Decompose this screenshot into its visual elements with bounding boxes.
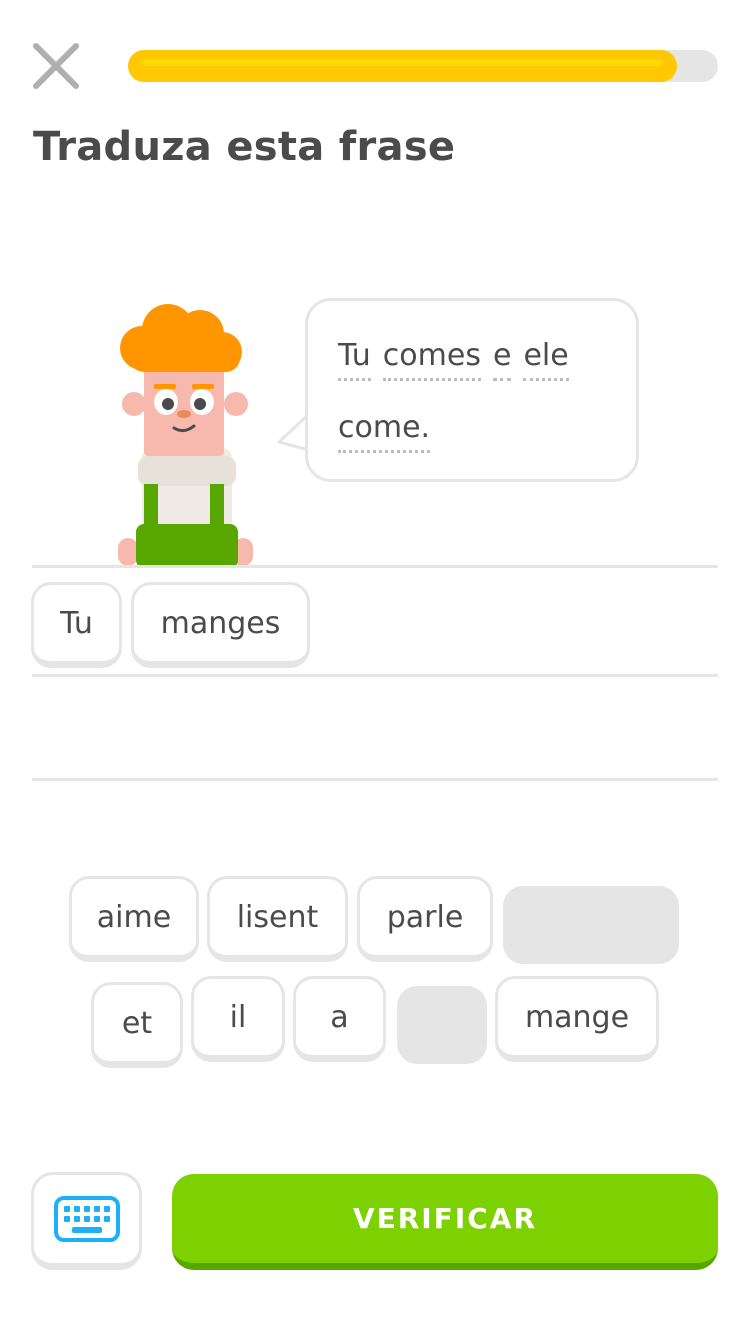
- bubble-line-2: come.: [338, 411, 431, 453]
- keyboard-button[interactable]: [31, 1172, 142, 1270]
- hint-word[interactable]: come.: [338, 411, 431, 453]
- word-bank-slot-empty: [503, 886, 679, 964]
- hint-word[interactable]: ele: [523, 339, 569, 381]
- word-bank-tile[interactable]: il: [191, 976, 285, 1062]
- answer-line: [32, 565, 718, 568]
- close-button[interactable]: [30, 40, 82, 92]
- keyboard-icon: [53, 1196, 120, 1242]
- word-bank-tile[interactable]: aime: [69, 876, 199, 962]
- bubble-line-1: Tu comes e ele: [338, 339, 569, 381]
- answer-tile[interactable]: manges: [131, 582, 310, 668]
- word-bank-slot-empty: [397, 986, 487, 1064]
- hint-word[interactable]: comes: [382, 339, 481, 381]
- answer-tile[interactable]: Tu: [31, 582, 122, 668]
- verify-button[interactable]: VERIFICAR: [172, 1174, 718, 1270]
- speech-bubble: Tu comes e ele come.: [305, 298, 639, 482]
- word-bank-tile[interactable]: et: [91, 982, 183, 1068]
- hint-word[interactable]: Tu: [338, 339, 371, 381]
- hint-word[interactable]: e: [492, 339, 512, 381]
- word-bank-tile[interactable]: parle: [357, 876, 493, 962]
- page-title: Traduza esta frase: [33, 124, 456, 170]
- progress-bar: [128, 50, 718, 82]
- word-bank-tile[interactable]: a: [293, 976, 386, 1062]
- answer-line: [32, 674, 718, 677]
- close-icon: [33, 43, 79, 89]
- answer-line: [32, 778, 718, 781]
- progress-fill: [128, 50, 677, 82]
- character-illustration: [110, 298, 260, 568]
- word-bank-tile[interactable]: lisent: [207, 876, 348, 962]
- word-bank-tile[interactable]: mange: [495, 976, 659, 1062]
